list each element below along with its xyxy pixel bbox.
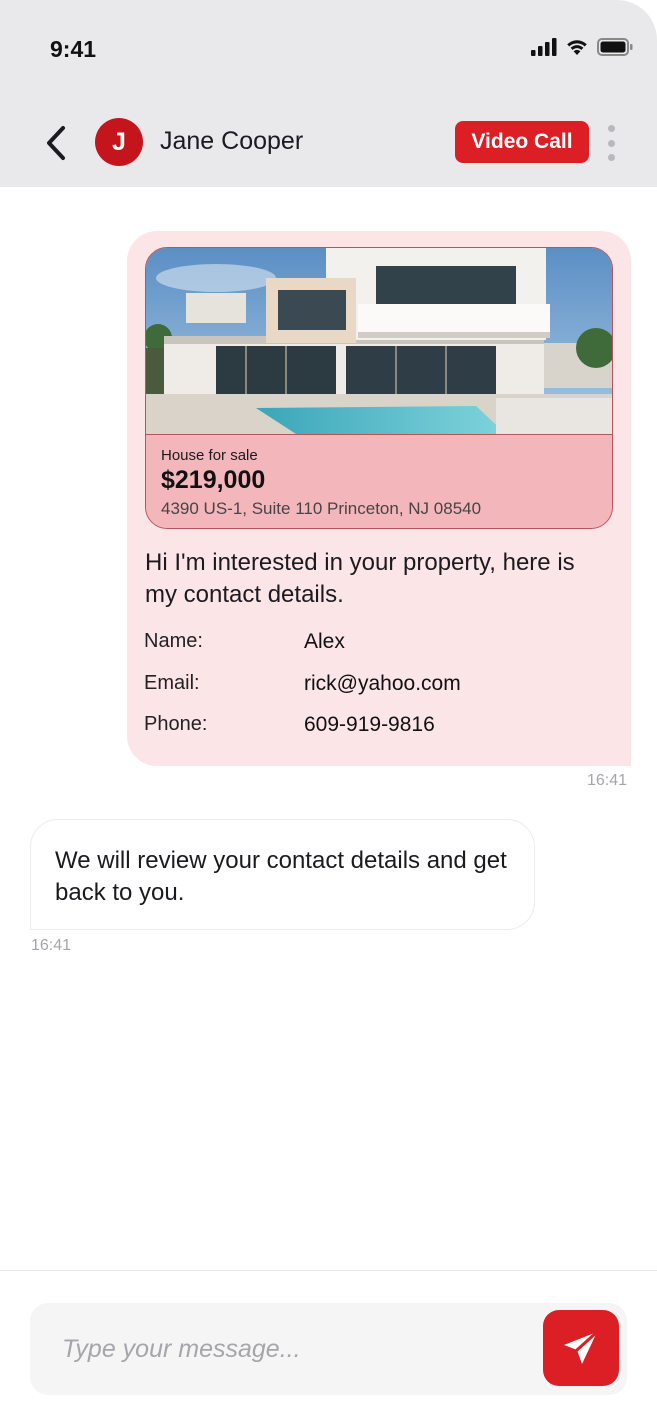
wifi-icon (567, 40, 587, 55)
message-composer (30, 1303, 627, 1395)
status-time: 9:41 (50, 36, 97, 62)
detail-label-phone: Phone: (144, 713, 208, 735)
detail-value-phone: 609-919-9816 (304, 713, 435, 736)
battery-icon (597, 38, 633, 56)
incoming-message-bubble: We will review your contact details and … (30, 819, 535, 930)
property-info: House for sale $219,000 4390 US-1, Suite… (146, 434, 612, 528)
detail-label-email: Email: (144, 672, 200, 694)
incoming-message-text: We will review your contact details and … (55, 847, 507, 906)
incoming-message-time: 16:41 (31, 937, 72, 954)
detail-value-name: Alex (304, 630, 345, 653)
property-photo (146, 248, 612, 434)
property-listing-card[interactable]: House for sale $219,000 4390 US-1, Suite… (145, 247, 613, 529)
detail-value-email: rick@yahoo.com (304, 672, 461, 695)
message-input[interactable] (30, 1303, 540, 1395)
property-label: House for sale (161, 447, 258, 464)
more-options-button[interactable] (600, 123, 622, 163)
send-icon (564, 1330, 599, 1364)
status-icons (531, 38, 633, 56)
chevron-left-icon (47, 126, 65, 160)
contact-name[interactable]: Jane Cooper (160, 127, 303, 156)
outgoing-message-bubble: House for sale $219,000 4390 US-1, Suite… (127, 231, 631, 766)
detail-label-name: Name: (144, 630, 203, 652)
outgoing-message-time: 16:41 (587, 772, 628, 789)
outgoing-message-text: Hi I'm interested in your property, here… (145, 549, 575, 608)
property-address: 4390 US-1, Suite 110 Princeton, NJ 08540 (161, 499, 482, 518)
avatar[interactable]: J (95, 118, 143, 166)
property-price: $219,000 (161, 466, 266, 494)
send-button[interactable] (543, 1310, 619, 1386)
chat-header: 9:41 J Jane Cooper Video Call (0, 0, 657, 187)
video-call-button[interactable]: Video Call (455, 121, 589, 163)
signal-icon (531, 38, 557, 56)
back-button[interactable] (38, 122, 74, 164)
composer-divider (0, 1270, 657, 1271)
more-vertical-icon (607, 125, 615, 132)
